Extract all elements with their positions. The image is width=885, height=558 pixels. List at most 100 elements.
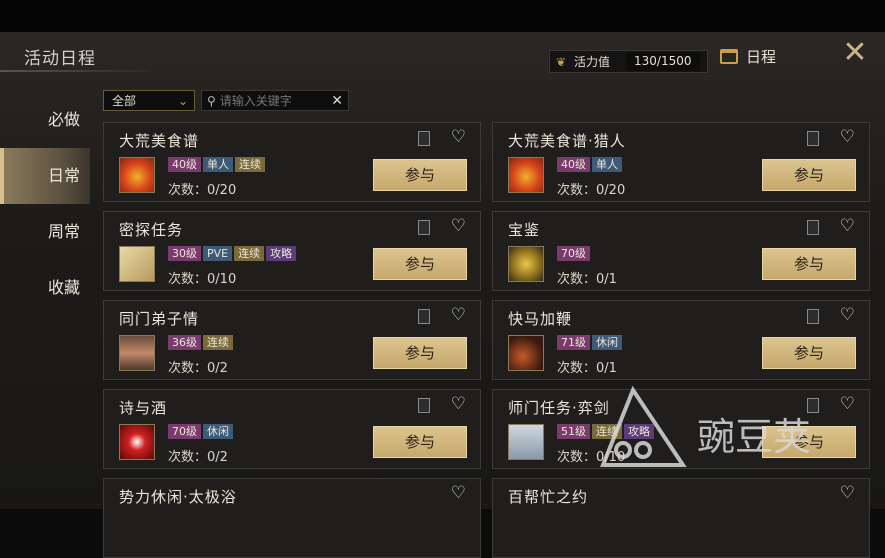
favorite-heart-icon[interactable]: ♡ [840,216,855,236]
guide-book-icon[interactable] [807,220,819,235]
tag-badge: 连续 [203,335,233,350]
activity-card: 大荒美食谱 ♡ 40级 单人 连续 次数：0/20 参与 [103,122,481,202]
tag-badge: 单人 [203,157,233,172]
sidebar-item-label: 必做 [47,110,80,129]
favorite-heart-icon[interactable]: ♡ [451,216,466,236]
count-label: 次数： [557,183,597,198]
guide-book-icon[interactable] [418,309,430,324]
title-underline [0,70,150,72]
count-label: 次数： [168,272,208,287]
favorite-heart-icon[interactable]: ♡ [451,305,466,325]
guide-book-icon[interactable] [807,398,819,413]
count-label: 次数： [557,361,597,376]
activity-name: 宝鉴 [508,221,541,239]
tag-list: 40级 单人 连续 [168,157,265,172]
activity-name: 同门弟子情 [119,310,200,328]
count-label: 次数： [557,272,597,287]
chevron-down-icon: ⌄ [177,94,188,108]
favorite-heart-icon[interactable]: ♡ [840,483,855,503]
join-button[interactable]: 参与 [762,426,856,458]
count-value: 0/1 [596,361,617,376]
join-button[interactable]: 参与 [762,248,856,280]
tag-list: 70级 [557,246,590,261]
join-button[interactable]: 参与 [373,159,467,191]
sidebar: 必做 日常 周常 收藏 [0,92,90,316]
count-label: 次数： [168,183,208,198]
favorite-heart-icon[interactable]: ♡ [840,127,855,147]
join-button[interactable]: 参与 [373,248,467,280]
vitality-value: 130/1500 [626,52,700,71]
guide-book-icon[interactable] [807,131,819,146]
feather-icon: ❦ [556,54,567,69]
activity-name: 大荒美食谱 [119,132,200,150]
tag-list: 36级 连续 [168,335,233,350]
activity-name: 快马加鞭 [508,310,573,328]
category-dropdown[interactable]: 全部 ⌄ [103,90,195,111]
food-dish-icon [508,157,544,193]
guide-book-icon[interactable] [418,220,430,235]
guide-book-icon[interactable] [418,131,430,146]
tag-badge: 连续 [234,246,265,261]
tag-badge: 71级 [557,335,590,350]
search-input[interactable] [219,93,320,108]
close-icon: ✕ [842,35,868,70]
join-button[interactable]: 参与 [762,159,856,191]
schedule-button[interactable]: 日程 [720,44,800,68]
attempt-count: 次数：0/10 [557,446,625,465]
attempt-count: 次数：0/1 [557,357,617,376]
favorite-heart-icon[interactable]: ♡ [840,305,855,325]
sidebar-item-label: 收藏 [47,278,80,297]
favorite-heart-icon[interactable]: ♡ [451,394,466,414]
attempt-count: 次数：0/20 [557,179,625,198]
sidebar-item-weekly[interactable]: 周常 [0,204,90,260]
tag-badge: 51级 [557,424,590,439]
activity-card: 诗与酒 ♡ 70级 休闲 次数：0/2 参与 [103,389,481,469]
close-button[interactable]: ✕ [840,38,870,68]
activity-name: 百帮忙之约 [508,488,589,506]
tag-list: 40级 单人 [557,157,622,172]
calendar-icon [720,48,738,64]
count-label: 次数： [168,361,208,376]
tag-badge: PVE [203,246,233,261]
sidebar-item-required[interactable]: 必做 [0,92,90,148]
favorite-heart-icon[interactable]: ♡ [840,394,855,414]
tag-badge: 休闲 [203,424,233,439]
count-value: 0/20 [207,183,237,198]
join-button[interactable]: 参与 [373,426,467,458]
tag-badge: 30级 [168,246,201,261]
tag-badge: 40级 [557,157,590,172]
guide-book-icon[interactable] [418,398,430,413]
search-icon: ⚲ [207,93,216,108]
tag-badge: 攻略 [266,246,297,261]
activity-card: 宝鉴 ♡ 70级次数：0/1 参与 [492,211,870,291]
tag-list: 70级 休闲 [168,424,233,439]
activity-card: 密探任务 ♡ 30级 PVE 连续 攻略 次数：0/10 参与 [103,211,481,291]
tag-list: 51级 连续 攻略 [557,424,654,439]
count-label: 次数： [557,450,597,465]
tag-list: 30级 PVE 连续 攻略 [168,246,297,261]
activity-card: 百帮忙之约 ♡ [492,478,870,558]
join-button[interactable]: 参与 [373,337,467,369]
count-value: 0/10 [596,450,626,465]
favorite-heart-icon[interactable]: ♡ [451,483,466,503]
guide-book-icon[interactable] [807,309,819,324]
food-dish-icon [119,157,155,193]
tag-badge: 36级 [168,335,201,350]
dropdown-value: 全部 [112,94,137,108]
favorite-heart-icon[interactable]: ♡ [451,127,466,147]
activity-name: 师门任务·弈剑 [508,399,610,417]
sidebar-item-favorites[interactable]: 收藏 [0,260,90,316]
attempt-count: 次数：0/2 [168,357,228,376]
sidebar-item-daily[interactable]: 日常 [0,148,90,204]
coins-icon [508,246,544,282]
tag-badge: 连续 [235,157,265,172]
clear-search-icon[interactable]: ✕ [331,93,343,109]
tag-badge: 单人 [592,157,622,172]
tag-badge: 攻略 [624,424,654,439]
count-label: 次数： [168,450,208,465]
count-value: 0/10 [207,272,237,287]
sidebar-item-label: 周常 [47,222,80,241]
attempt-count: 次数：0/2 [168,446,228,465]
count-value: 0/1 [596,272,617,287]
join-button[interactable]: 参与 [762,337,856,369]
